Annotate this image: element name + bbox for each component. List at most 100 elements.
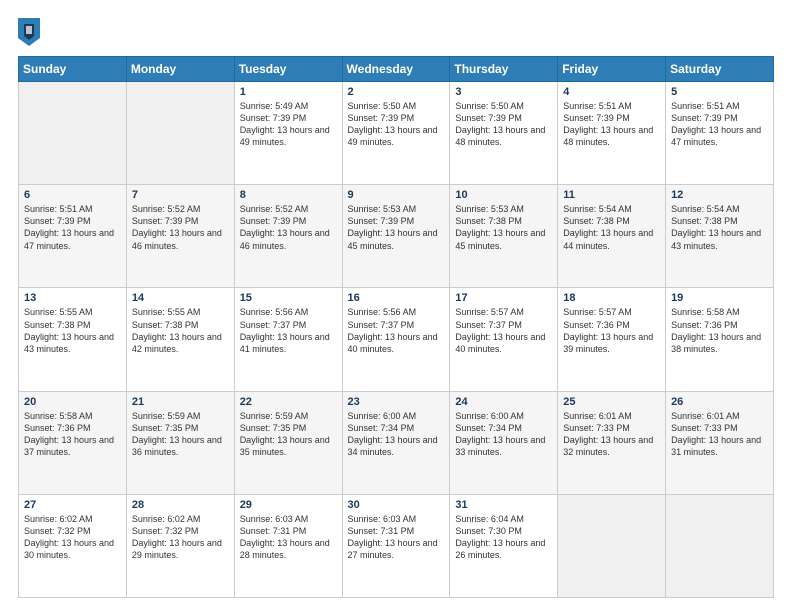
calendar-cell: 29Sunrise: 6:03 AM Sunset: 7:31 PM Dayli… [234,494,342,597]
day-info: Sunrise: 5:55 AM Sunset: 7:38 PM Dayligh… [132,306,229,355]
day-number: 21 [132,396,229,408]
day-number: 23 [348,396,445,408]
day-info: Sunrise: 6:03 AM Sunset: 7:31 PM Dayligh… [348,513,445,562]
calendar-cell [666,494,774,597]
calendar-week-5: 27 Sunrise: 6:02 AM Sunset: 7:32 PM Dayli… [19,494,774,597]
calendar-week-3: 13 Sunrise: 5:55 AM Sunset: 7:38 PM Dayli… [19,288,774,391]
day-info: Sunrise: 5:58 AM Sunset: 7:36 PM Dayligh… [671,306,768,355]
calendar-cell: 19 Sunrise: 5:58 AM Sunset: 7:36 PM Dayli… [666,288,774,391]
day-number: 31 [455,499,552,511]
weekday-sunday: Sunday [19,57,127,82]
day-info: Sunrise: 5:50 AM Sunset: 7:39 PM Dayligh… [348,100,445,149]
day-info: Sunrise: 5:53 AM Sunset: 7:39 PM Dayligh… [348,203,445,252]
day-info: Sunrise: 6:02 AM Sunset: 7:32 PM Dayligh… [132,513,229,562]
day-number: 4 [563,86,660,98]
day-number: 17 [455,292,552,304]
calendar-cell: 12 Sunrise: 5:54 AM Sunset: 7:38 PM Dayli… [666,185,774,288]
day-number: 9 [348,189,445,201]
day-number: 16 [348,292,445,304]
day-info: Sunrise: 6:04 AM Sunset: 7:30 PM Dayligh… [455,513,552,562]
day-number: 24 [455,396,552,408]
calendar-cell: 26 Sunrise: 6:01 AM Sunset: 7:33 PM Dayli… [666,391,774,494]
weekday-saturday: Saturday [666,57,774,82]
calendar-cell: 6 Sunrise: 5:51 AM Sunset: 7:39 PM Daylig… [19,185,127,288]
calendar-cell: 1 Sunrise: 5:49 AM Sunset: 7:39 PM Daylig… [234,82,342,185]
weekday-tuesday: Tuesday [234,57,342,82]
calendar-cell: 15 Sunrise: 5:56 AM Sunset: 7:37 PM Dayli… [234,288,342,391]
calendar-week-1: 1 Sunrise: 5:49 AM Sunset: 7:39 PM Daylig… [19,82,774,185]
calendar-cell: 30 Sunrise: 6:03 AM Sunset: 7:31 PM Dayli… [342,494,450,597]
day-info: Sunrise: 6:01 AM Sunset: 7:33 PM Dayligh… [671,410,768,459]
day-info: Sunrise: 5:53 AM Sunset: 7:38 PM Dayligh… [455,203,552,252]
day-number: 27 [24,499,121,511]
calendar-week-2: 6 Sunrise: 5:51 AM Sunset: 7:39 PM Daylig… [19,185,774,288]
day-info: Sunrise: 5:59 AM Sunset: 7:35 PM Dayligh… [240,410,337,459]
day-number: 11 [563,189,660,201]
calendar-cell: 17 Sunrise: 5:57 AM Sunset: 7:37 PM Dayli… [450,288,558,391]
day-info: Sunrise: 5:51 AM Sunset: 7:39 PM Dayligh… [671,100,768,149]
day-info: Sunrise: 5:55 AM Sunset: 7:38 PM Dayligh… [24,306,121,355]
calendar-cell: 27 Sunrise: 6:02 AM Sunset: 7:32 PM Dayli… [19,494,127,597]
calendar-cell: 5 Sunrise: 5:51 AM Sunset: 7:39 PM Daylig… [666,82,774,185]
weekday-wednesday: Wednesday [342,57,450,82]
day-info: Sunrise: 5:51 AM Sunset: 7:39 PM Dayligh… [24,203,121,252]
day-info: Sunrise: 6:00 AM Sunset: 7:34 PM Dayligh… [455,410,552,459]
day-number: 25 [563,396,660,408]
calendar-table: SundayMondayTuesdayWednesdayThursdayFrid… [18,56,774,598]
day-info: Sunrise: 6:03 AM Sunset: 7:31 PM Dayligh… [240,513,337,562]
day-number: 15 [240,292,337,304]
calendar-cell: 4Sunrise: 5:51 AM Sunset: 7:39 PM Daylig… [558,82,666,185]
calendar-cell: 3 Sunrise: 5:50 AM Sunset: 7:39 PM Daylig… [450,82,558,185]
logo-icon [18,18,40,46]
day-number: 26 [671,396,768,408]
calendar-week-4: 20Sunrise: 5:58 AM Sunset: 7:36 PM Dayli… [19,391,774,494]
day-info: Sunrise: 5:59 AM Sunset: 7:35 PM Dayligh… [132,410,229,459]
calendar-cell: 28Sunrise: 6:02 AM Sunset: 7:32 PM Dayli… [126,494,234,597]
day-info: Sunrise: 6:01 AM Sunset: 7:33 PM Dayligh… [563,410,660,459]
calendar-cell: 7Sunrise: 5:52 AM Sunset: 7:39 PM Daylig… [126,185,234,288]
day-number: 14 [132,292,229,304]
day-number: 1 [240,86,337,98]
calendar-cell: 25 Sunrise: 6:01 AM Sunset: 7:33 PM Dayli… [558,391,666,494]
day-info: Sunrise: 6:00 AM Sunset: 7:34 PM Dayligh… [348,410,445,459]
calendar-cell: 18Sunrise: 5:57 AM Sunset: 7:36 PM Dayli… [558,288,666,391]
calendar-cell: 16 Sunrise: 5:56 AM Sunset: 7:37 PM Dayli… [342,288,450,391]
day-info: Sunrise: 5:54 AM Sunset: 7:38 PM Dayligh… [671,203,768,252]
weekday-monday: Monday [126,57,234,82]
calendar-cell: 2 Sunrise: 5:50 AM Sunset: 7:39 PM Daylig… [342,82,450,185]
weekday-thursday: Thursday [450,57,558,82]
calendar-cell: 13 Sunrise: 5:55 AM Sunset: 7:38 PM Dayli… [19,288,127,391]
day-info: Sunrise: 5:57 AM Sunset: 7:37 PM Dayligh… [455,306,552,355]
day-info: Sunrise: 5:49 AM Sunset: 7:39 PM Dayligh… [240,100,337,149]
day-number: 8 [240,189,337,201]
calendar-header: SundayMondayTuesdayWednesdayThursdayFrid… [19,57,774,82]
calendar-cell [19,82,127,185]
day-number: 5 [671,86,768,98]
day-info: Sunrise: 5:50 AM Sunset: 7:39 PM Dayligh… [455,100,552,149]
day-info: Sunrise: 5:54 AM Sunset: 7:38 PM Dayligh… [563,203,660,252]
calendar-cell: 9 Sunrise: 5:53 AM Sunset: 7:39 PM Daylig… [342,185,450,288]
day-number: 3 [455,86,552,98]
calendar-cell: 23 Sunrise: 6:00 AM Sunset: 7:34 PM Dayli… [342,391,450,494]
day-number: 19 [671,292,768,304]
logo [18,18,42,46]
weekday-header-row: SundayMondayTuesdayWednesdayThursdayFrid… [19,57,774,82]
day-number: 18 [563,292,660,304]
day-info: Sunrise: 5:56 AM Sunset: 7:37 PM Dayligh… [240,306,337,355]
calendar-body: 1 Sunrise: 5:49 AM Sunset: 7:39 PM Daylig… [19,82,774,598]
day-number: 13 [24,292,121,304]
day-number: 6 [24,189,121,201]
day-info: Sunrise: 5:56 AM Sunset: 7:37 PM Dayligh… [348,306,445,355]
calendar-cell: 24 Sunrise: 6:00 AM Sunset: 7:34 PM Dayli… [450,391,558,494]
calendar-cell: 22 Sunrise: 5:59 AM Sunset: 7:35 PM Dayli… [234,391,342,494]
day-info: Sunrise: 5:58 AM Sunset: 7:36 PM Dayligh… [24,410,121,459]
weekday-friday: Friday [558,57,666,82]
day-number: 22 [240,396,337,408]
day-info: Sunrise: 6:02 AM Sunset: 7:32 PM Dayligh… [24,513,121,562]
day-info: Sunrise: 5:52 AM Sunset: 7:39 PM Dayligh… [240,203,337,252]
page: SundayMondayTuesdayWednesdayThursdayFrid… [0,0,792,612]
day-number: 30 [348,499,445,511]
day-number: 12 [671,189,768,201]
day-number: 2 [348,86,445,98]
calendar-cell [126,82,234,185]
